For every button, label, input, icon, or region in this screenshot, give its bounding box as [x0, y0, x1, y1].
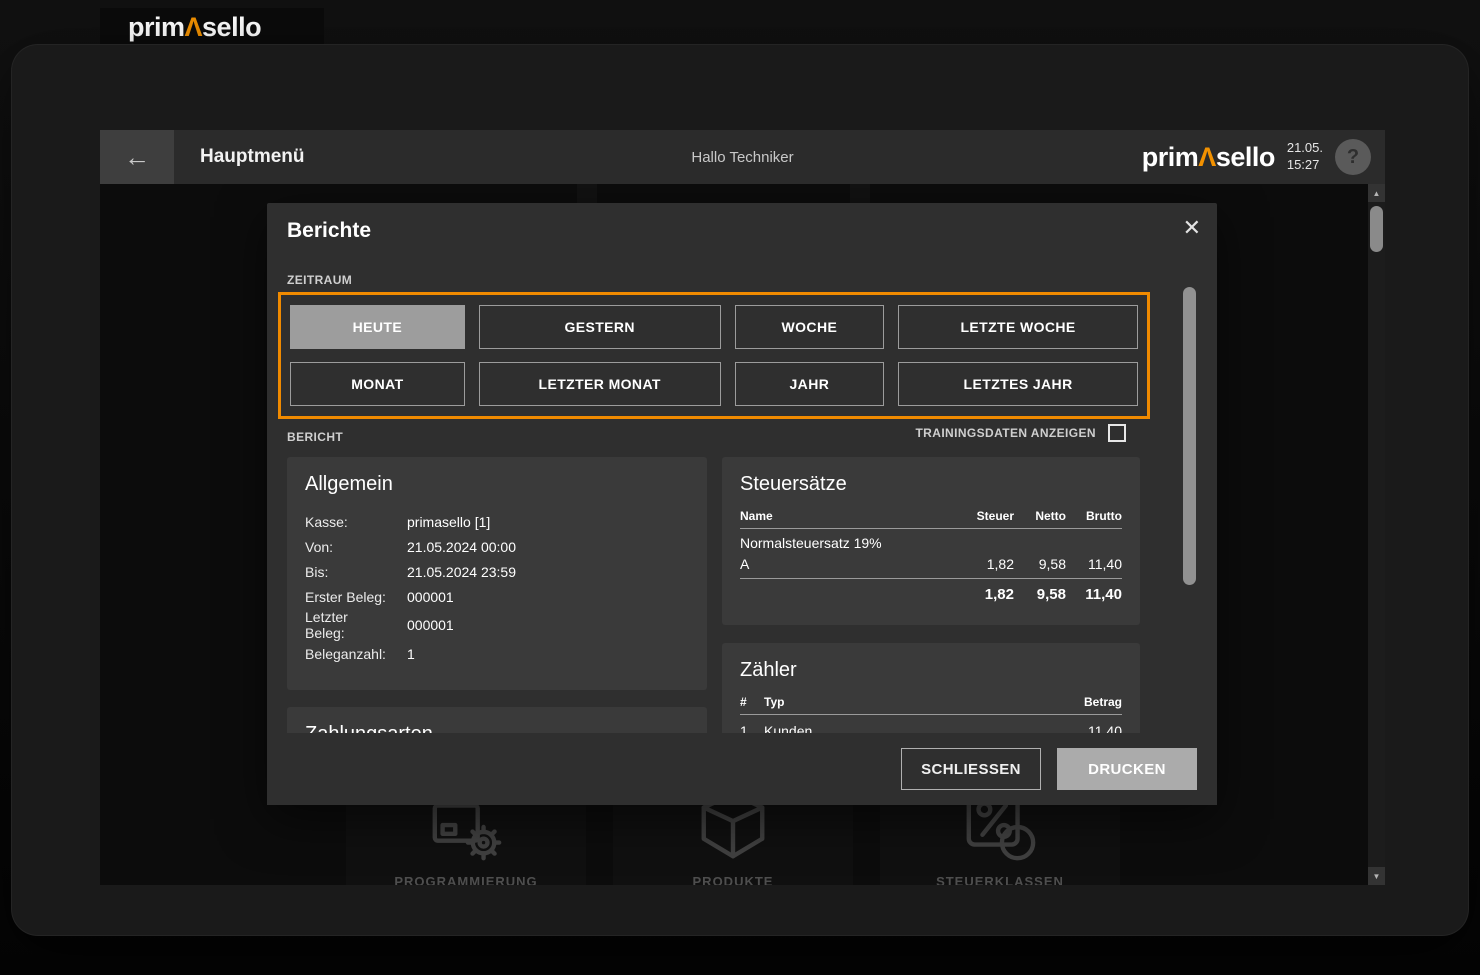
tax-brutto: 11,40	[1066, 556, 1122, 572]
scroll-down-icon[interactable]: ▼	[1368, 867, 1385, 885]
tax-netto: 9,58	[1014, 556, 1066, 572]
schliessen-button[interactable]: SCHLIESSEN	[901, 748, 1041, 790]
scroll-up-icon[interactable]: ▲	[1368, 184, 1385, 202]
app-window: ← Hauptmenü Hallo Techniker primΛsello 2…	[12, 45, 1468, 935]
primasello-logo: primΛsello	[128, 12, 261, 43]
dialog-footer: SCHLIESSEN DRUCKEN	[267, 733, 1217, 805]
logo-lambda-icon: Λ	[1198, 142, 1216, 172]
period-button-monat[interactable]: MONAT	[290, 362, 465, 406]
trainingsdaten-toggle: TRAININGSDATEN ANZEIGEN	[915, 424, 1126, 442]
info-value: primasello [1]	[407, 514, 689, 530]
info-label: Erster Beleg:	[305, 589, 391, 605]
info-value: 21.05.2024 00:00	[407, 539, 689, 555]
main-area: PROGRAMMIERUNG PRODUKTE	[100, 184, 1385, 885]
page-title: Hauptmenü	[200, 146, 305, 168]
period-button-jahr[interactable]: JAHR	[735, 362, 885, 406]
col-brutto: Brutto	[1066, 509, 1122, 523]
period-button-letzter-monat[interactable]: LETZTER MONAT	[479, 362, 721, 406]
trainingsdaten-checkbox[interactable]	[1108, 424, 1126, 442]
info-label: Letzter Beleg:	[305, 609, 391, 641]
total-brutto: 11,40	[1066, 586, 1122, 603]
zeitraum-section-label: ZEITRAUM	[287, 273, 352, 287]
info-value: 1	[407, 646, 689, 662]
info-value: 21.05.2024 23:59	[407, 564, 689, 580]
col-betrag: Betrag	[1058, 695, 1122, 709]
datetime-display: 21.05. 15:27	[1287, 140, 1323, 174]
tax-name: A	[740, 556, 958, 572]
back-arrow-icon: ←	[124, 142, 150, 173]
logo-lambda-icon: Λ	[185, 12, 203, 42]
info-row: Erster Beleg: 000001	[305, 584, 689, 609]
tax-table-header: Name Steuer Netto Brutto	[740, 509, 1122, 529]
period-button-gestern[interactable]: GESTERN	[479, 305, 721, 349]
close-icon[interactable]: ✕	[1183, 215, 1201, 241]
info-row: Letzter Beleg: 000001	[305, 609, 689, 641]
window-scrollbar-thumb[interactable]	[1370, 206, 1383, 252]
period-button-woche[interactable]: WOCHE	[735, 305, 885, 349]
col-name: Name	[740, 509, 958, 523]
info-row: Von: 21.05.2024 00:00	[305, 534, 689, 559]
allgemein-title: Allgemein	[305, 473, 689, 496]
info-value: 000001	[407, 589, 689, 605]
info-label: Bis:	[305, 564, 391, 580]
info-label: Kasse:	[305, 514, 391, 530]
header-right: primΛsello 21.05. 15:27 ?	[1142, 139, 1385, 175]
tax-group-row: Normalsteuersatz 19%	[740, 529, 1122, 553]
dialog-title: Berichte	[287, 219, 371, 243]
user-greeting: Hallo Techniker	[691, 149, 793, 166]
time-text: 15:27	[1287, 157, 1323, 174]
info-label: Beleganzahl:	[305, 646, 391, 662]
info-value: 000001	[407, 617, 689, 633]
app-logo-tab: primΛsello	[100, 8, 324, 46]
allgemein-panel: Allgemein Kasse: primasello [1] Von: 21.…	[287, 457, 707, 690]
date-text: 21.05.	[1287, 140, 1323, 157]
col-netto: Netto	[1014, 509, 1066, 523]
info-row: Bis: 21.05.2024 23:59	[305, 559, 689, 584]
app-content: ← Hauptmenü Hallo Techniker primΛsello 2…	[100, 130, 1385, 885]
info-row: Beleganzahl: 1	[305, 641, 689, 666]
info-label: Von:	[305, 539, 391, 555]
period-button-letztes-jahr[interactable]: LETZTES JAHR	[898, 362, 1138, 406]
primasello-logo-header: primΛsello	[1142, 142, 1275, 173]
total-steuer: 1,82	[958, 586, 1014, 603]
steuersaetze-title: Steuersätze	[740, 473, 1122, 496]
total-netto: 9,58	[1014, 586, 1066, 603]
col-num: #	[740, 695, 764, 709]
table-row: A 1,82 9,58 11,40	[740, 553, 1122, 579]
help-button[interactable]: ?	[1335, 139, 1371, 175]
help-icon: ?	[1347, 146, 1359, 169]
header-bar: ← Hauptmenü Hallo Techniker primΛsello 2…	[100, 130, 1385, 184]
window-scrollbar[interactable]: ▲ ▼	[1368, 184, 1385, 885]
period-button-heute[interactable]: HEUTE	[290, 305, 465, 349]
dialog-scrollbar-thumb[interactable]	[1183, 287, 1196, 585]
period-button-letzte-woche[interactable]: LETZTE WOCHE	[898, 305, 1138, 349]
trainingsdaten-label: TRAININGSDATEN ANZEIGEN	[915, 426, 1096, 440]
back-button[interactable]: ←	[100, 130, 174, 184]
zaehler-title: Zähler	[740, 659, 1122, 682]
col-steuer: Steuer	[958, 509, 1014, 523]
tax-steuer: 1,82	[958, 556, 1014, 572]
tax-total-row: 1,82 9,58 11,40	[740, 579, 1122, 603]
steuersaetze-panel: Steuersätze Name Steuer Netto Brutto Nor…	[722, 457, 1140, 625]
zeitraum-button-group: HEUTE GESTERN WOCHE LETZTE WOCHE MONAT L…	[278, 292, 1150, 419]
drucken-button[interactable]: DRUCKEN	[1057, 748, 1197, 790]
berichte-dialog: Berichte ✕ ZEITRAUM HEUTE GESTERN WOCHE …	[267, 203, 1217, 805]
bericht-section-label: BERICHT	[287, 430, 343, 444]
col-typ: Typ	[764, 695, 1058, 709]
counter-table-header: # Typ Betrag	[740, 695, 1122, 715]
info-row: Kasse: primasello [1]	[305, 509, 689, 534]
